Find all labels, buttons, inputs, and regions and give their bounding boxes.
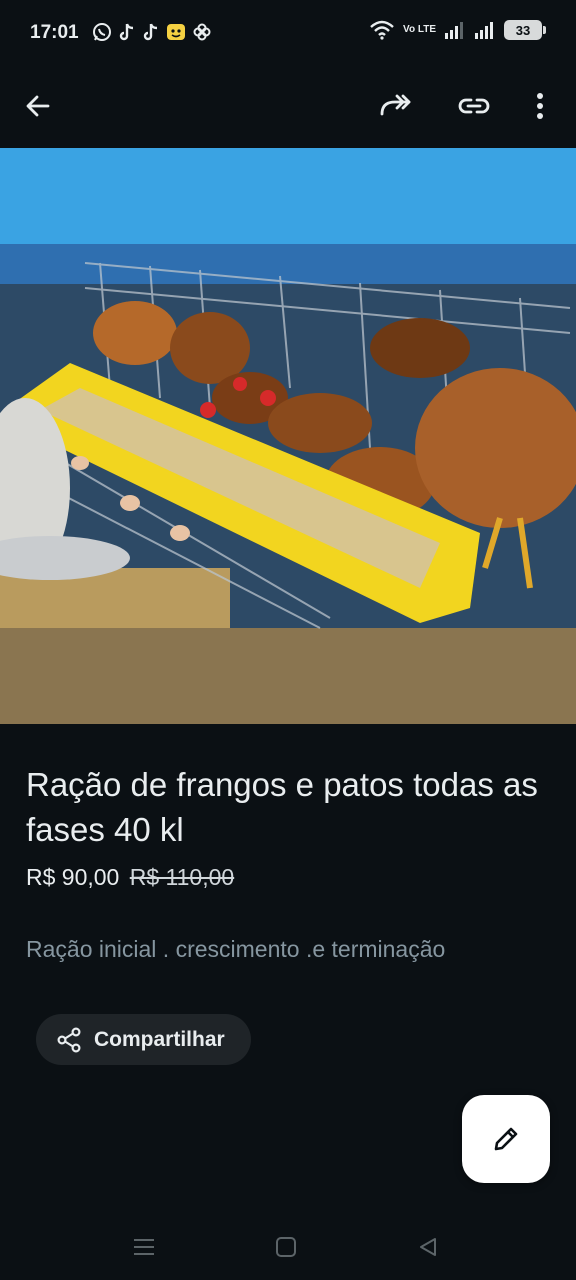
system-nav-bar <box>0 1210 576 1280</box>
back-arrow-icon[interactable] <box>18 86 58 126</box>
forward-icon[interactable] <box>376 86 416 126</box>
status-bar: 17:01 Vo LTE 33 <box>0 0 576 64</box>
home-icon[interactable] <box>271 1232 301 1262</box>
product-image[interactable] <box>0 148 576 724</box>
price-row: R$ 90,00 R$ 110,00 <box>26 864 234 891</box>
battery-level: 33 <box>515 22 531 38</box>
edit-button[interactable] <box>462 1095 550 1183</box>
tiktok-icon <box>143 23 158 41</box>
pinwheel-icon <box>193 23 211 41</box>
menu-icon[interactable] <box>129 1232 159 1262</box>
volte-indicator: Vo LTE <box>403 24 436 35</box>
more-vert-icon[interactable] <box>520 86 560 126</box>
product-description: Ração inicial . crescimento .e terminaçã… <box>26 936 446 962</box>
wifi-icon <box>370 20 394 40</box>
share-button-label: Compartilhar <box>94 1027 225 1051</box>
status-time: 17:01 <box>30 22 79 43</box>
tiktok-icon <box>119 23 134 41</box>
product-photo <box>0 148 576 724</box>
original-price: R$ 110,00 <box>129 864 235 890</box>
share-icon <box>57 1026 81 1053</box>
notification-icons <box>92 22 212 42</box>
current-price: R$ 90,00 <box>26 864 120 890</box>
share-button[interactable]: Compartilhar <box>36 1014 251 1065</box>
pencil-icon <box>494 1127 518 1151</box>
status-indicators: Vo LTE 33 <box>369 20 546 40</box>
link-icon[interactable] <box>454 86 494 126</box>
signal-icon <box>475 22 493 39</box>
signal-icon <box>445 22 463 39</box>
battery-icon: 33 <box>504 20 546 40</box>
whatsapp-icon <box>93 23 111 41</box>
back-icon[interactable] <box>413 1232 443 1262</box>
emoji-app-icon <box>167 24 185 40</box>
app-bar <box>0 64 576 148</box>
product-title: Ração de frangos e patos todas as fases … <box>26 766 538 848</box>
